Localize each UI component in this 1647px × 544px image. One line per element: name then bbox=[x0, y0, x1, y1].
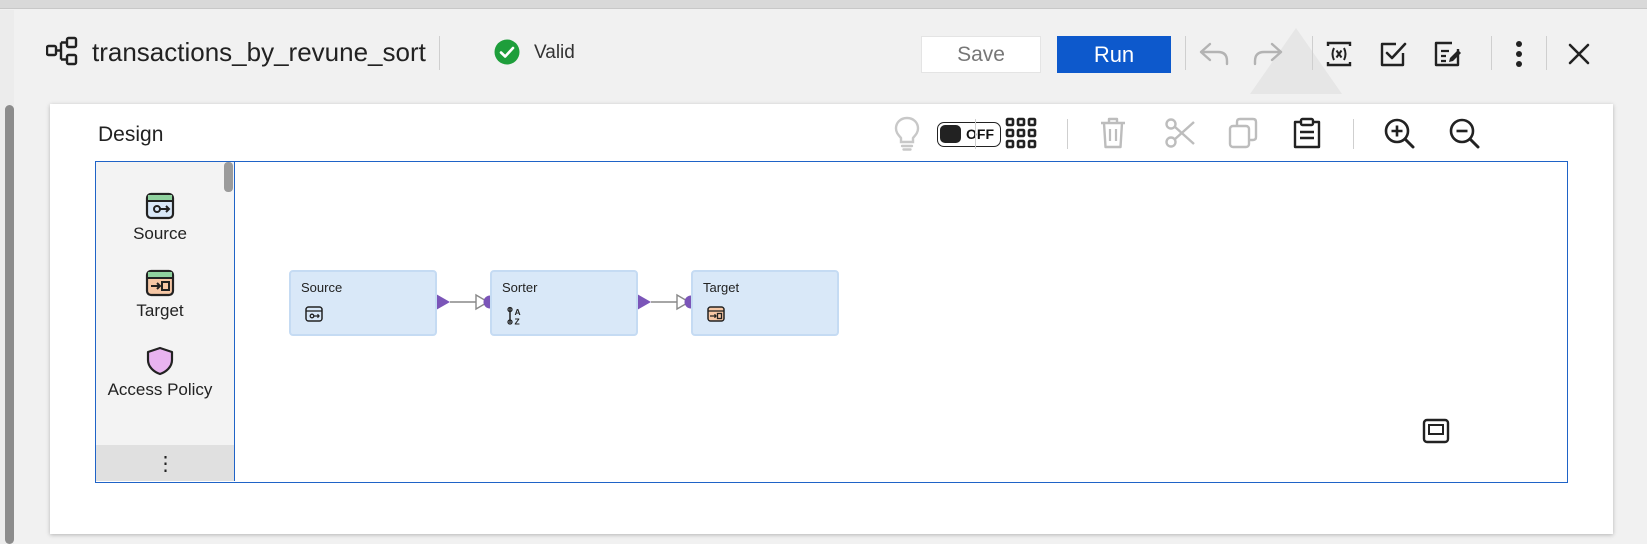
node-label: Source bbox=[301, 280, 343, 295]
node-sorter[interactable]: Sorter A Z bbox=[490, 270, 638, 336]
divider bbox=[1353, 119, 1354, 149]
validate-icon[interactable] bbox=[1376, 37, 1410, 71]
toggle-label: OFF bbox=[966, 126, 994, 142]
valid-check-icon bbox=[494, 39, 520, 65]
toggle-knob bbox=[940, 125, 961, 143]
run-button[interactable]: Run bbox=[1057, 36, 1171, 73]
connector-source-sorter bbox=[436, 293, 497, 311]
copy-icon[interactable] bbox=[1224, 114, 1262, 152]
close-icon[interactable] bbox=[1562, 37, 1596, 71]
more-vertical-icon[interactable] bbox=[1502, 37, 1536, 71]
parameters-icon[interactable] bbox=[1322, 37, 1356, 71]
divider bbox=[1546, 36, 1547, 70]
design-title: Design bbox=[98, 123, 164, 146]
status-label: Valid bbox=[534, 42, 575, 63]
lightbulb-icon[interactable] bbox=[888, 114, 926, 152]
toggle-switch[interactable]: OFF bbox=[937, 122, 1001, 147]
design-canvas[interactable]: Source Target Access Policy ⋮ Source Sor… bbox=[95, 161, 1568, 483]
grid-icon[interactable] bbox=[1002, 114, 1040, 152]
undo-icon[interactable] bbox=[1197, 37, 1231, 71]
save-button[interactable]: Save bbox=[921, 36, 1041, 73]
sorter-icon: A Z bbox=[507, 306, 521, 327]
zoom-in-icon[interactable] bbox=[1380, 114, 1418, 152]
svg-text:Z: Z bbox=[515, 317, 520, 327]
cut-icon[interactable] bbox=[1161, 114, 1199, 152]
divider bbox=[439, 36, 440, 70]
svg-text:A: A bbox=[515, 307, 521, 317]
fit-to-screen-icon[interactable] bbox=[1422, 418, 1450, 449]
divider bbox=[1312, 36, 1313, 70]
zoom-out-icon[interactable] bbox=[1445, 114, 1483, 152]
connector-sorter-target bbox=[637, 293, 698, 311]
page-title: transactions_by_revune_sort bbox=[92, 37, 426, 67]
node-label: Target bbox=[703, 280, 740, 295]
paste-icon[interactable] bbox=[1288, 114, 1326, 152]
target-icon bbox=[707, 306, 725, 322]
delete-icon[interactable] bbox=[1094, 114, 1132, 152]
divider bbox=[1067, 119, 1068, 149]
node-source[interactable]: Source bbox=[289, 270, 437, 336]
redo-icon[interactable] bbox=[1251, 37, 1285, 71]
divider bbox=[1491, 36, 1492, 70]
top-border bbox=[0, 0, 1647, 9]
page-scrollbar[interactable] bbox=[5, 105, 14, 544]
divider bbox=[1185, 36, 1186, 70]
mapping-icon bbox=[45, 36, 78, 66]
divider bbox=[975, 119, 976, 149]
properties-icon[interactable] bbox=[1430, 37, 1464, 71]
node-target[interactable]: Target bbox=[691, 270, 839, 336]
design-panel: Design OFF Source Target Access Policy ⋮… bbox=[50, 104, 1613, 534]
node-label: Sorter bbox=[502, 280, 538, 295]
mapping-header: transactions_by_revune_sort Valid Save R… bbox=[14, 10, 1647, 95]
source-icon bbox=[305, 306, 323, 322]
